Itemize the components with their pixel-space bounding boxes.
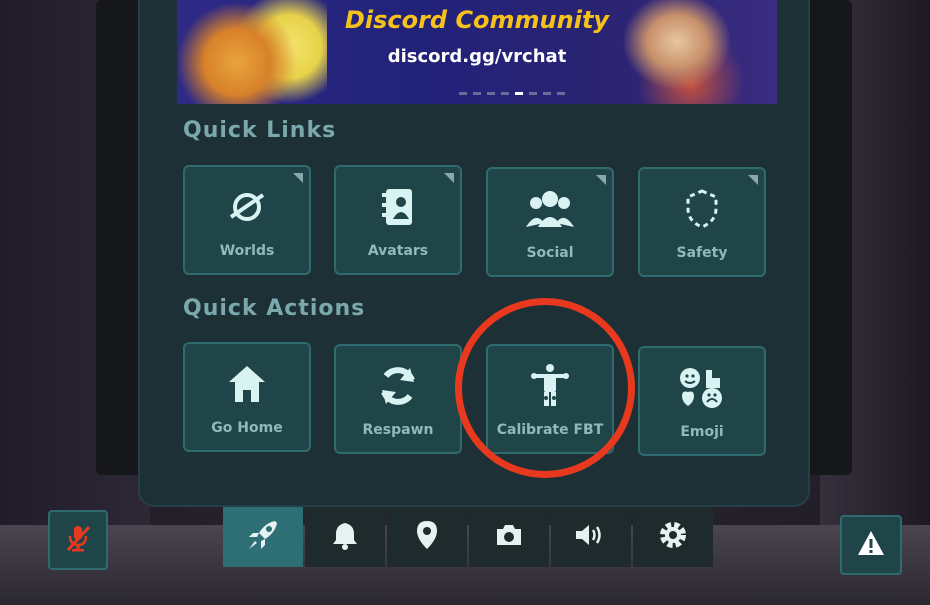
avatar-book-icon (336, 185, 460, 229)
social-label: Social (526, 245, 574, 261)
worlds-button[interactable]: Worlds (183, 165, 311, 275)
worlds-label: Worlds (219, 243, 275, 259)
warning-icon (856, 529, 886, 561)
respawn-label: Respawn (362, 422, 434, 438)
banner-dot[interactable] (459, 92, 467, 95)
social-button[interactable]: Social (486, 167, 614, 277)
tab-audio[interactable] (551, 507, 631, 567)
expand-corner-icon (596, 175, 606, 185)
bottom-tab-bar (223, 507, 713, 567)
avatars-button[interactable]: Avatars (334, 165, 462, 275)
tab-launchpad[interactable] (223, 507, 303, 567)
discord-banner[interactable]: Discord Community discord.gg/vrchat (177, 0, 777, 104)
banner-pagination (459, 92, 565, 95)
banner-link[interactable]: discord.gg/vrchat (177, 46, 777, 67)
banner-dot[interactable] (487, 92, 495, 95)
gear-icon (657, 519, 689, 555)
expand-corner-icon (748, 175, 758, 185)
emoji-label: Emoji (680, 424, 724, 440)
rocket-icon (245, 517, 281, 557)
report-warning-button[interactable] (840, 515, 902, 575)
quick-actions-title: Quick Actions (183, 296, 366, 321)
safety-label: Safety (676, 245, 728, 261)
banner-dot[interactable] (473, 92, 481, 95)
expand-corner-icon (293, 173, 303, 183)
banner-dot-active[interactable] (515, 92, 523, 95)
go-home-label: Go Home (211, 420, 283, 436)
emoji-button[interactable]: Emoji (638, 346, 766, 456)
tab-notifications[interactable] (305, 507, 385, 567)
mic-mute-button[interactable] (48, 510, 108, 570)
banner-dot[interactable] (501, 92, 509, 95)
quick-links-title: Quick Links (183, 118, 337, 143)
location-pin-icon (415, 519, 439, 555)
speaker-icon (574, 522, 608, 552)
expand-corner-icon (444, 173, 454, 183)
highlight-circle (455, 298, 635, 478)
tab-camera[interactable] (469, 507, 549, 567)
avatars-label: Avatars (367, 243, 429, 259)
respawn-button[interactable]: Respawn (334, 344, 462, 454)
people-icon (488, 187, 612, 231)
muted-mic-icon (63, 523, 93, 557)
emoji-icon (640, 366, 764, 410)
banner-dot[interactable] (543, 92, 551, 95)
tab-location[interactable] (387, 507, 467, 567)
tab-settings[interactable] (633, 507, 713, 567)
banner-dot[interactable] (557, 92, 565, 95)
planet-icon (185, 185, 309, 229)
respawn-icon (336, 364, 460, 408)
home-icon (185, 362, 309, 406)
shield-icon (640, 187, 764, 231)
banner-dot[interactable] (529, 92, 537, 95)
banner-title: Discord Community (344, 6, 610, 34)
camera-icon (494, 523, 524, 551)
safety-button[interactable]: Safety (638, 167, 766, 277)
bell-icon (331, 520, 359, 554)
go-home-button[interactable]: Go Home (183, 342, 311, 452)
